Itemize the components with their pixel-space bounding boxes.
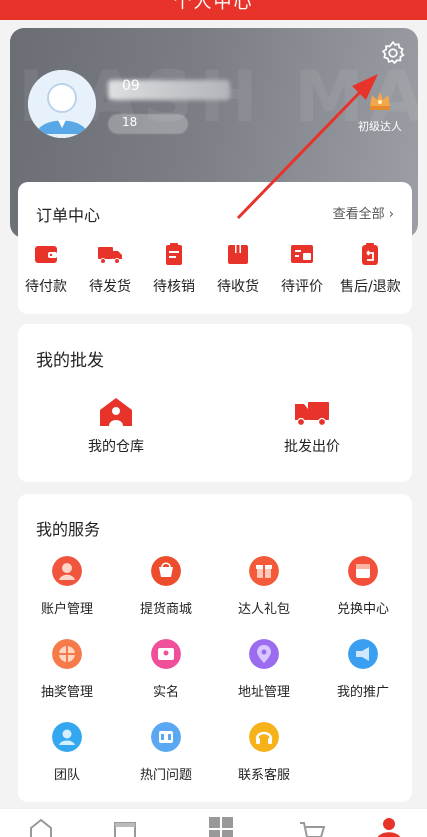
service-label: 达人礼包 xyxy=(237,602,290,617)
level-label: 初级达人 xyxy=(358,120,402,133)
customer-service-icon xyxy=(249,722,279,752)
bottom-tab-bar xyxy=(0,808,427,837)
order-status-label: 待发货 xyxy=(89,279,131,295)
service-label: 联系客服 xyxy=(237,768,290,783)
cart-icon xyxy=(300,822,326,837)
service-account-management[interactable]: 账户管理 xyxy=(27,556,107,617)
service-label: 实名 xyxy=(152,685,179,700)
service-hot-questions[interactable]: 热门问题 xyxy=(126,722,206,783)
package-icon xyxy=(228,245,248,264)
service-exchange-center[interactable]: 兑换中心 xyxy=(323,556,403,617)
review-icon xyxy=(291,245,313,263)
my-warehouse-label: 我的仓库 xyxy=(88,439,144,455)
order-status-pending-payment[interactable]: 待付款 xyxy=(16,242,76,296)
level-crown-icon xyxy=(370,92,390,110)
wholesale-bid-button[interactable]: 批发出价 xyxy=(232,396,392,456)
mall-icon xyxy=(151,556,181,586)
settings-gear-icon[interactable] xyxy=(380,40,406,66)
my-warehouse-button[interactable]: 我的仓库 xyxy=(36,396,196,456)
user-id-pill xyxy=(108,114,188,134)
tab-shop[interactable] xyxy=(112,817,142,837)
service-label: 地址管理 xyxy=(237,685,290,700)
home-icon xyxy=(30,818,52,837)
view-all-label: 查看全部 xyxy=(332,207,385,222)
wholesale-bid-label: 批发出价 xyxy=(284,439,340,455)
service-label: 提货商城 xyxy=(139,602,192,617)
category-icon xyxy=(209,817,233,837)
page-title: 个人中心 xyxy=(173,0,254,13)
tab-category[interactable] xyxy=(206,817,236,837)
view-all-orders-link[interactable]: 查看全部 › xyxy=(333,203,394,222)
hot-question-icon xyxy=(151,722,181,752)
warehouse-icon xyxy=(100,398,132,426)
service-pickup-mall[interactable]: 提货商城 xyxy=(126,556,206,617)
team-icon xyxy=(52,722,82,752)
tab-cart[interactable] xyxy=(298,817,328,837)
exchange-icon xyxy=(348,556,378,586)
lottery-icon xyxy=(52,639,82,669)
order-status-pending-verification[interactable]: 待核销 xyxy=(144,242,204,296)
order-status-label: 待付款 xyxy=(25,279,67,295)
top-bar: 个人中心 xyxy=(0,0,427,20)
order-status-pending-review[interactable]: 待评价 xyxy=(272,242,332,296)
tab-home[interactable] xyxy=(28,817,58,837)
service-expert-gift[interactable]: 达人礼包 xyxy=(224,556,304,617)
tab-profile[interactable] xyxy=(374,817,404,837)
wallet-icon xyxy=(35,246,57,263)
services-title: 我的服务 xyxy=(36,520,101,539)
service-team[interactable]: 团队 xyxy=(27,722,107,783)
order-center-title: 订单中心 xyxy=(36,206,101,225)
order-status-pending-shipment[interactable]: 待发货 xyxy=(80,242,140,296)
service-label: 抽奖管理 xyxy=(40,685,93,700)
promotion-icon xyxy=(348,639,378,669)
order-status-after-sale[interactable]: 售后/退款 xyxy=(340,242,401,296)
order-center-card: 订单中心 查看全部 › 待付款 待发货 待核销 待收货 待评价 售后/退款 xyxy=(18,182,412,314)
id-card-icon xyxy=(151,639,181,669)
truck-icon xyxy=(98,247,122,264)
service-label: 热门问题 xyxy=(139,768,192,783)
gift-icon xyxy=(249,556,279,586)
account-icon xyxy=(52,556,82,586)
order-status-label: 待收货 xyxy=(217,279,259,295)
service-address-management[interactable]: 地址管理 xyxy=(224,639,304,700)
order-status-label: 待评价 xyxy=(281,279,323,295)
refund-icon xyxy=(362,243,378,265)
shop-icon xyxy=(114,822,136,837)
service-label: 我的推广 xyxy=(336,685,389,700)
service-label: 兑换中心 xyxy=(336,602,389,617)
order-status-pending-receipt[interactable]: 待收货 xyxy=(208,242,268,296)
service-lottery-management[interactable]: 抽奖管理 xyxy=(27,639,107,700)
clipboard-icon xyxy=(166,243,182,265)
service-label: 团队 xyxy=(53,768,80,783)
wholesale-card: 我的批发 我的仓库 批发出价 xyxy=(18,324,412,482)
services-card: 我的服务 账户管理 提货商城 达人礼包 兑换中心 抽奖管理 实名 地址管理 我的… xyxy=(18,494,412,802)
profile-icon xyxy=(378,818,400,837)
level-badge[interactable]: 初级达人 xyxy=(356,86,404,134)
username: 09 xyxy=(122,78,140,94)
order-status-label: 售后/退款 xyxy=(340,279,401,295)
avatar[interactable] xyxy=(28,70,96,138)
order-status-label: 待核销 xyxy=(153,279,195,295)
truck-icon xyxy=(295,402,329,427)
service-my-promotion[interactable]: 我的推广 xyxy=(323,639,403,700)
service-label: 账户管理 xyxy=(40,602,93,617)
service-customer-service[interactable]: 联系客服 xyxy=(224,722,304,783)
user-id: 18 xyxy=(122,115,138,129)
location-icon xyxy=(249,639,279,669)
wholesale-title: 我的批发 xyxy=(36,351,104,371)
service-real-name[interactable]: 实名 xyxy=(126,639,206,700)
